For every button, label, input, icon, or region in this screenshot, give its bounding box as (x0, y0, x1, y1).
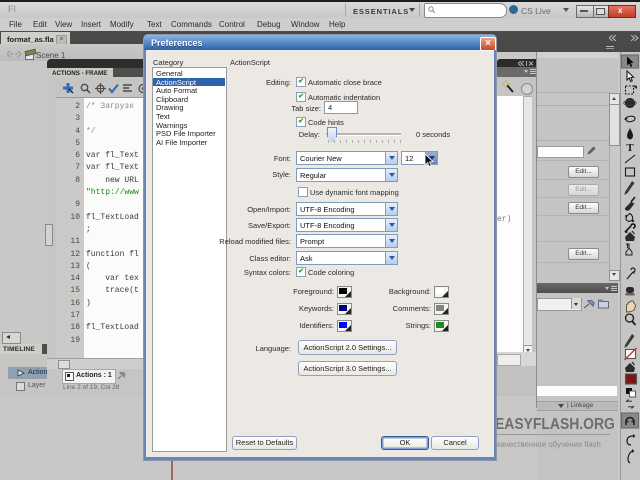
svg-text:T: T (626, 142, 634, 154)
